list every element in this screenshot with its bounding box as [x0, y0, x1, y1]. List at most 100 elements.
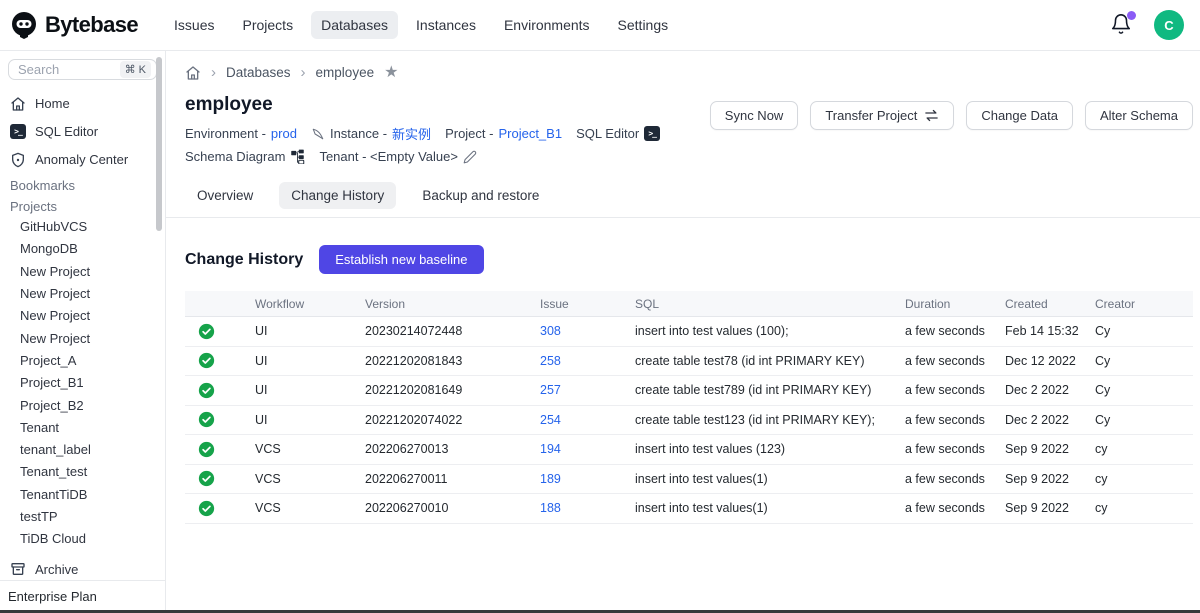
- sidebar-project-item[interactable]: New Project: [0, 260, 165, 282]
- cell-created: Feb 14 15:32: [1005, 324, 1095, 338]
- cell-duration: a few seconds: [905, 324, 1005, 338]
- nav-item-projects[interactable]: Projects: [233, 11, 304, 39]
- sidebar-project-item[interactable]: Project_B1: [0, 372, 165, 394]
- cell-duration: a few seconds: [905, 413, 1005, 427]
- instance-engine-icon: [311, 127, 325, 141]
- cell-version: 202206270010: [365, 501, 540, 515]
- issue-link[interactable]: 258: [540, 354, 561, 368]
- cell-creator: Cy: [1095, 413, 1193, 427]
- project-link[interactable]: Project_B1: [498, 126, 562, 141]
- sidebar: ⌘ K Home >_ SQL Editor: [0, 51, 166, 610]
- sidebar-project-item[interactable]: New Project: [0, 282, 165, 304]
- issue-link[interactable]: 257: [540, 383, 561, 397]
- search-box[interactable]: ⌘ K: [8, 59, 157, 80]
- sidebar-project-item[interactable]: New Project: [0, 305, 165, 327]
- success-check-icon: [185, 441, 227, 458]
- terminal-icon: >_: [644, 126, 660, 141]
- bytebase-logo[interactable]: Bytebase: [10, 11, 138, 39]
- table-row: VCS 202206270011 189 insert into test va…: [185, 465, 1193, 495]
- search-input[interactable]: [18, 62, 102, 77]
- sidebar-project-item[interactable]: New Project: [0, 327, 165, 349]
- table-header-row: Workflow Version Issue SQL Duration Crea…: [185, 291, 1193, 317]
- cell-sql: create table test789 (id int PRIMARY KEY…: [635, 383, 905, 397]
- nav-item-instances[interactable]: Instances: [406, 11, 486, 39]
- sidebar-project-item[interactable]: Project_B2: [0, 394, 165, 416]
- issue-link[interactable]: 194: [540, 442, 561, 456]
- sync-now-button[interactable]: Sync Now: [710, 101, 799, 130]
- col-workflow: Workflow: [227, 297, 365, 311]
- nav-item-settings[interactable]: Settings: [608, 11, 679, 39]
- sidebar-project-item[interactable]: TenantTiDB: [0, 483, 165, 505]
- sidebar-item-sql-editor[interactable]: >_ SQL Editor: [0, 118, 165, 146]
- breadcrumb-employee[interactable]: employee: [316, 65, 375, 80]
- schema-diagram-label: Schema Diagram: [185, 149, 285, 164]
- cell-creator: Cy: [1095, 354, 1193, 368]
- breadcrumb-databases[interactable]: Databases: [226, 65, 291, 80]
- tab-change-history[interactable]: Change History: [279, 182, 396, 209]
- issue-link[interactable]: 189: [540, 472, 561, 486]
- sidebar-project-item[interactable]: GitHubVCS: [0, 215, 165, 237]
- db-tabs: Overview Change History Backup and resto…: [185, 182, 1193, 209]
- change-data-button[interactable]: Change Data: [966, 101, 1073, 130]
- sidebar-item-label: Home: [35, 96, 70, 111]
- table-row: UI 20221202081649 257 create table test7…: [185, 376, 1193, 406]
- cell-creator: Cy: [1095, 324, 1193, 338]
- table-row: UI 20230214072448 308 insert into test v…: [185, 317, 1193, 347]
- sidebar-project-item[interactable]: testTP: [0, 505, 165, 527]
- issue-link[interactable]: 308: [540, 324, 561, 338]
- sql-editor-shortcut[interactable]: SQL Editor >_: [576, 126, 660, 141]
- cell-creator: cy: [1095, 442, 1193, 456]
- transfer-project-button[interactable]: Transfer Project: [810, 101, 954, 130]
- cell-version: 20221202081843: [365, 354, 540, 368]
- bytebase-logo-icon: [10, 11, 38, 39]
- edit-pencil-icon[interactable]: [463, 150, 477, 164]
- nav-item-environments[interactable]: Environments: [494, 11, 600, 39]
- tab-backup-and-restore[interactable]: Backup and restore: [410, 182, 551, 209]
- alter-schema-button[interactable]: Alter Schema: [1085, 101, 1193, 130]
- sidebar-project-item[interactable]: TiDB Cloud: [0, 528, 165, 550]
- cell-version: 202206270013: [365, 442, 540, 456]
- sidebar-item-home[interactable]: Home: [0, 90, 165, 118]
- swap-arrows-icon: [924, 109, 939, 122]
- sidebar-project-item[interactable]: tenant_label: [0, 438, 165, 460]
- schema-diagram-shortcut[interactable]: Schema Diagram: [185, 149, 305, 164]
- table-row: VCS 202206270013 194 insert into test va…: [185, 435, 1193, 465]
- brand-name: Bytebase: [45, 12, 138, 38]
- main-nav: Issues Projects Databases Instances Envi…: [164, 11, 678, 39]
- nav-item-databases[interactable]: Databases: [311, 11, 398, 39]
- instance-link[interactable]: 新实例: [392, 124, 431, 143]
- success-check-icon: [185, 352, 227, 369]
- issue-link[interactable]: 188: [540, 501, 561, 515]
- sidebar-project-item[interactable]: Tenant: [0, 416, 165, 438]
- sidebar-project-item[interactable]: MongoDB: [0, 238, 165, 260]
- cell-duration: a few seconds: [905, 383, 1005, 397]
- projects-list: GitHubVCS MongoDB New Project New Projec…: [0, 215, 165, 549]
- issue-link[interactable]: 254: [540, 413, 561, 427]
- user-avatar[interactable]: C: [1154, 10, 1184, 40]
- main-content: › Databases › employee ★ employee Enviro…: [166, 51, 1200, 610]
- establish-baseline-button[interactable]: Establish new baseline: [319, 245, 483, 274]
- tab-overview[interactable]: Overview: [185, 182, 265, 209]
- cell-workflow: VCS: [227, 501, 365, 515]
- cell-creator: Cy: [1095, 383, 1193, 397]
- sidebar-item-label: Archive: [35, 562, 78, 577]
- cell-duration: a few seconds: [905, 472, 1005, 486]
- nav-item-issues[interactable]: Issues: [164, 11, 224, 39]
- breadcrumb-home-icon[interactable]: [185, 65, 201, 81]
- cell-duration: a few seconds: [905, 501, 1005, 515]
- sidebar-project-item[interactable]: Project_A: [0, 349, 165, 371]
- sidebar-project-item[interactable]: Tenant_test: [0, 461, 165, 483]
- chevron-right-icon: ›: [301, 64, 306, 81]
- cell-version: 202206270011: [365, 472, 540, 486]
- notifications-bell-icon[interactable]: [1110, 13, 1134, 37]
- sidebar-item-anomaly-center[interactable]: Anomaly Center: [0, 146, 165, 174]
- cell-workflow: UI: [227, 413, 365, 427]
- cell-sql: insert into test values(1): [635, 501, 905, 515]
- instance-meta: Instance - 新实例: [311, 124, 431, 143]
- page-title: employee: [185, 94, 710, 116]
- environment-link[interactable]: prod: [271, 126, 297, 141]
- bookmark-star-icon[interactable]: ★: [384, 65, 398, 81]
- sidebar-scrollbar[interactable]: [156, 57, 162, 231]
- sidebar-item-archive[interactable]: Archive: [0, 559, 165, 580]
- transfer-project-label: Transfer Project: [825, 108, 917, 123]
